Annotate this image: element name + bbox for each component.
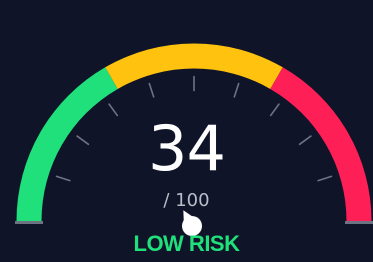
score-value: 34 [148,112,226,185]
score-max-label: / 100 [163,190,210,211]
risk-level-label: LOW RISK [133,231,241,256]
gauge-tick [108,103,119,117]
gauge-tick [233,82,240,98]
gauge-tick [148,82,155,98]
gauge-base-left [15,221,43,224]
gauge-tick [269,103,280,117]
risk-gauge-widget: 34 / 100 LOW RISK [0,0,373,262]
gauge-base-right [345,221,373,224]
